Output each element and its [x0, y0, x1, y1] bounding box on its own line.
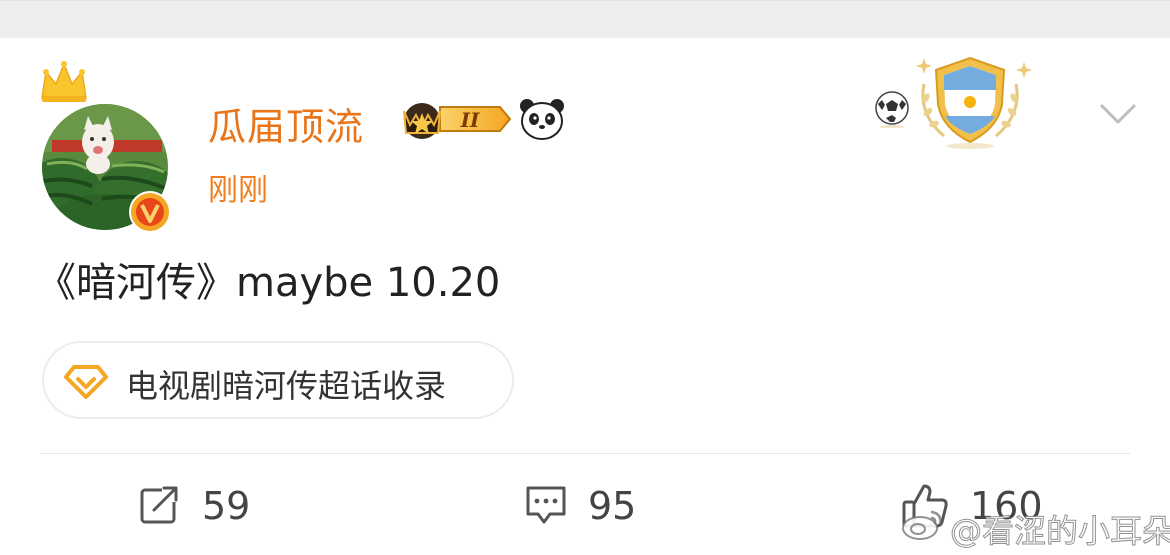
diamond-icon — [64, 365, 108, 399]
username[interactable]: 瓜届顶流 — [208, 96, 364, 151]
rank-numeral: II — [460, 108, 480, 132]
chevron-down-icon[interactable] — [1098, 100, 1138, 128]
avatar-group[interactable] — [36, 58, 176, 233]
post-text: 《暗河传》maybe 10.20 — [36, 260, 501, 306]
topic-label: 电视剧暗河传超话收录 — [126, 367, 447, 405]
timestamp: 刚刚 — [208, 173, 268, 208]
repost-button[interactable]: 59 — [138, 478, 268, 534]
panda-icon — [520, 99, 564, 140]
comment-count: 95 — [588, 484, 637, 528]
repost-icon — [140, 484, 180, 524]
watermark-text: @看涩的小耳朵 — [949, 512, 1170, 551]
repost-count: 59 — [202, 484, 251, 528]
divider — [40, 453, 1130, 454]
crown-icon — [41, 61, 87, 102]
comment-icon — [526, 486, 566, 524]
rank-crown-badge: II — [403, 103, 512, 139]
weibo-logo-icon — [902, 510, 942, 540]
topic-chip[interactable]: 电视剧暗河传超话收录 — [42, 341, 514, 419]
comment-button[interactable]: 95 — [524, 478, 654, 534]
argentina-shield-badge — [916, 56, 1032, 149]
verified-badge-icon — [129, 191, 171, 233]
post-card[interactable]: 瓜届顶流 II 刚刚 《暗河传》maybe 10.20 电视剧暗河传超话收录 5… — [0, 0, 1170, 555]
